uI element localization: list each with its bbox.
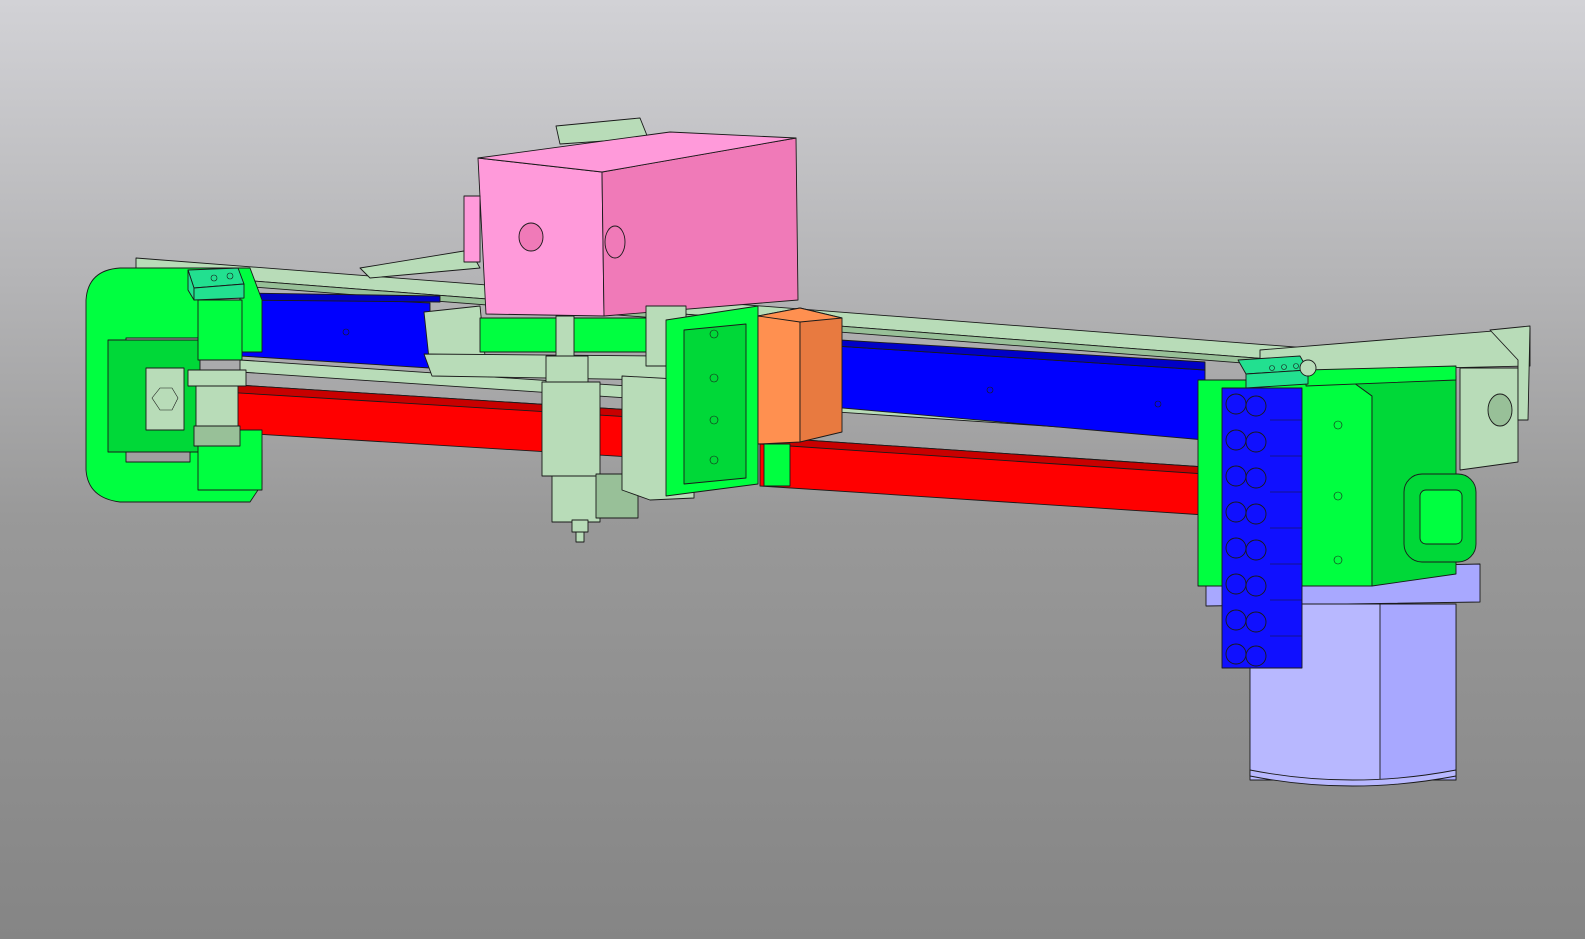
stepper-motor-pink[interactable] [463, 117, 799, 317]
left-idler-pulley[interactable] [187, 369, 247, 447]
y-carriage-green-plate[interactable] [665, 305, 759, 497]
terminal-block-strip[interactable] [1221, 387, 1303, 669]
linear-rail-left[interactable] [239, 292, 441, 369]
cad-model-scene[interactable] [0, 0, 1585, 939]
belt-right[interactable] [759, 436, 1206, 516]
right-clamp-block[interactable] [1237, 355, 1317, 389]
left-clamp-block[interactable] [187, 267, 245, 301]
cad-3d-viewport[interactable] [0, 0, 1585, 939]
